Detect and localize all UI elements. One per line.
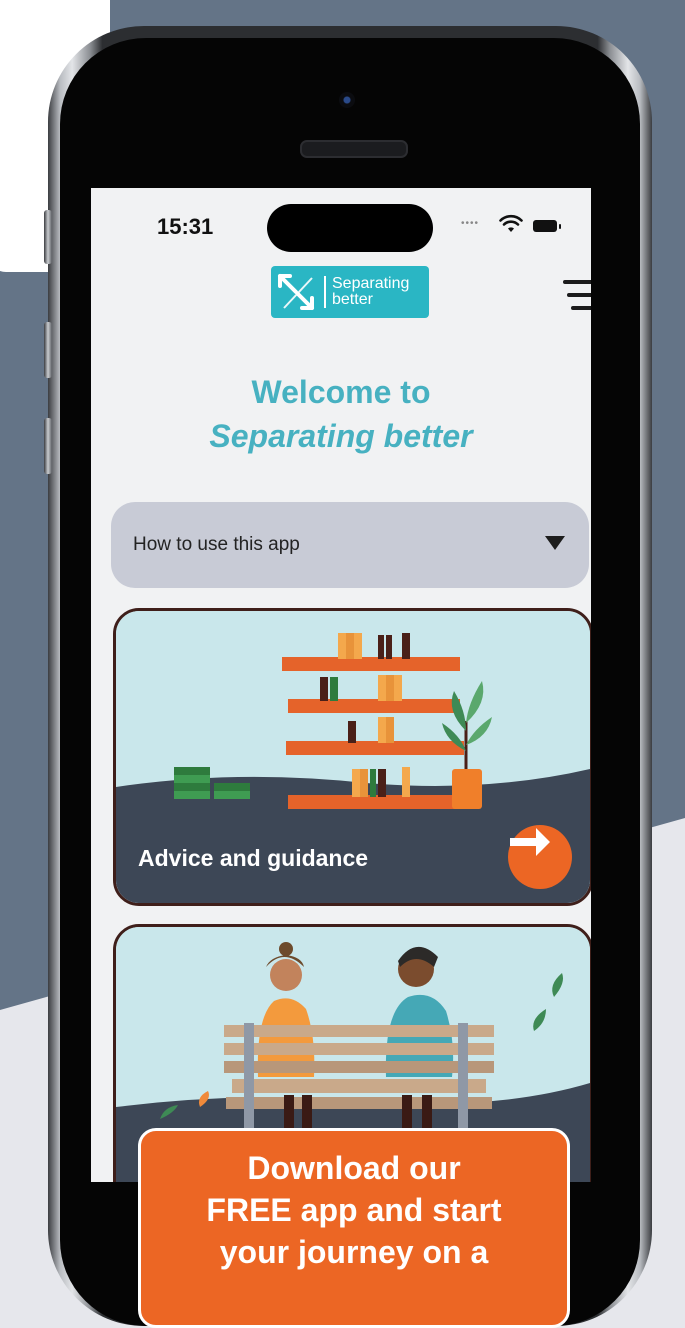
cta-line1: Download our [247, 1150, 461, 1186]
status-time: 15:31 [157, 214, 214, 239]
logo-text: Separating better [324, 276, 409, 308]
welcome-line2: Separating better [209, 418, 473, 454]
app-logo[interactable]: Separating better [271, 266, 429, 318]
camera-icon [339, 92, 355, 108]
battery-icon [533, 220, 561, 232]
chevron-down-icon [545, 536, 565, 550]
dynamic-island [267, 204, 433, 252]
cta-line2: FREE app and start [206, 1192, 502, 1228]
app-screen: 15:31 •••• Separating better Welcome to … [91, 188, 591, 1182]
volume-down-button [44, 418, 52, 474]
welcome-heading: Welcome to Separating better [91, 370, 591, 458]
arrow-right-button[interactable] [508, 825, 572, 889]
card-label-advice: Advice and guidance [138, 845, 369, 871]
cta-line3: your journey on a [219, 1234, 489, 1270]
volume-up-button [44, 322, 52, 378]
logo-text-line1: Separating [332, 275, 410, 292]
speaker-grille [300, 140, 408, 158]
signal-dots: •••• [461, 218, 480, 229]
accordion-label: How to use this app [133, 534, 300, 555]
advice-guidance-card[interactable]: Advice and guidance [113, 608, 591, 906]
welcome-line1: Welcome to [251, 374, 431, 410]
download-app-cta[interactable]: Download our FREE app and start your jou… [138, 1128, 570, 1328]
wifi-icon [499, 214, 523, 232]
mute-switch [44, 210, 52, 264]
logo-text-line2: better [332, 291, 373, 308]
how-to-use-accordion[interactable]: How to use this app [111, 502, 589, 588]
menu-icon[interactable] [563, 280, 591, 310]
logo-arrows-icon [278, 274, 314, 310]
arrow-right-icon [510, 828, 550, 856]
